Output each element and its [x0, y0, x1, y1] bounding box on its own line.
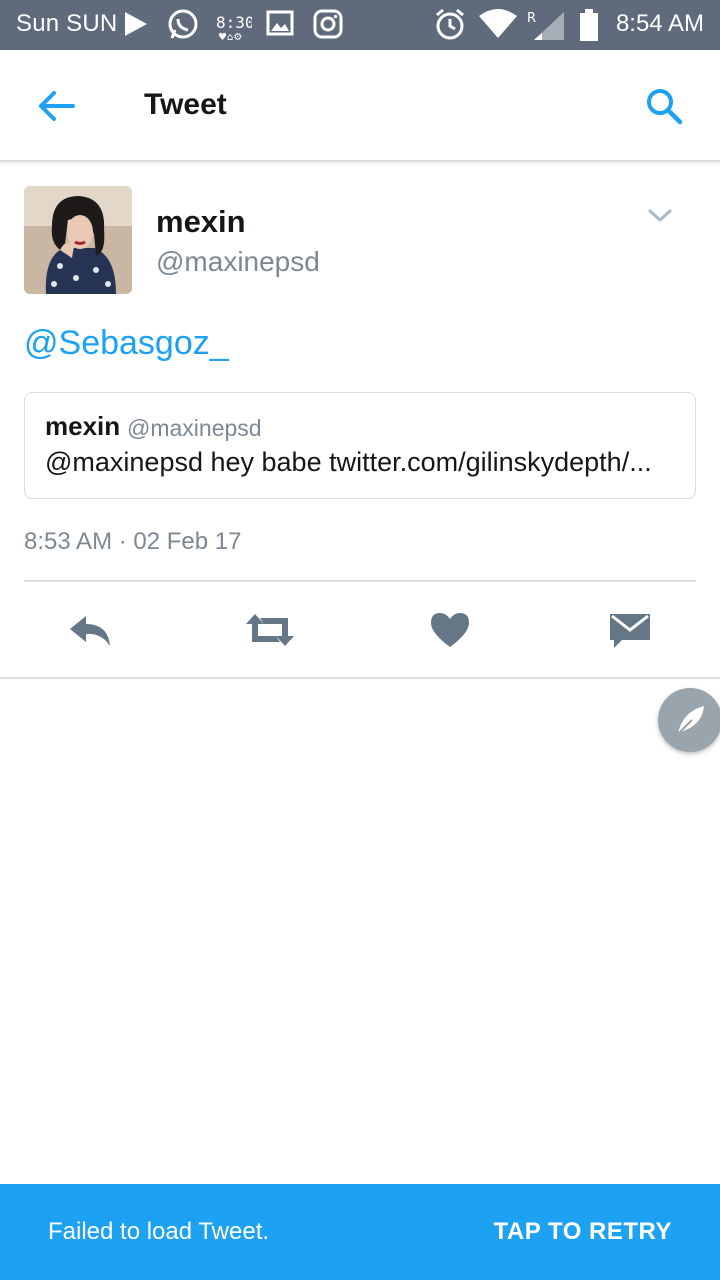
quoted-display-name: mexin — [45, 411, 121, 441]
carrier-label: Sun SUN — [16, 10, 118, 37]
tweet-text-mention[interactable]: @Sebasgoz_ — [24, 324, 229, 363]
search-button[interactable] — [638, 80, 690, 132]
retry-button[interactable]: TAP TO RETRY — [494, 1218, 672, 1246]
snackbar-message: Failed to load Tweet. — [48, 1218, 270, 1245]
play-icon — [122, 8, 150, 44]
avatar-photo — [24, 186, 132, 294]
display-name[interactable]: mexin — [156, 204, 246, 240]
gallery-icon — [266, 8, 294, 42]
svg-text:8:30: 8:30 — [216, 13, 252, 32]
search-icon — [647, 89, 683, 125]
reply-icon — [70, 616, 110, 646]
envelope-icon — [610, 614, 650, 648]
battery-icon — [578, 8, 600, 46]
chevron-down-icon — [648, 209, 672, 222]
avatar[interactable] — [24, 186, 132, 294]
retweet-icon — [246, 614, 294, 646]
divider — [0, 677, 720, 679]
like-button[interactable] — [422, 604, 478, 656]
clock-time: 8:54 AM — [615, 10, 704, 37]
alarm-icon — [434, 8, 466, 46]
tweet-timestamp: 8:53 AM · 02 Feb 17 — [24, 528, 242, 555]
tweet-options-button[interactable] — [640, 200, 680, 232]
wifi-icon — [478, 8, 518, 44]
reply-button[interactable] — [62, 604, 118, 656]
heart-icon — [431, 613, 469, 647]
quoted-user-handle: @maxinepsd — [127, 415, 262, 441]
direct-message-button[interactable] — [602, 604, 658, 656]
instagram-icon — [312, 8, 344, 44]
tweet-actions-bar — [0, 582, 720, 678]
svg-text:♥⌂⚙: ♥⌂⚙ — [218, 32, 242, 42]
page-title: Tweet — [144, 88, 227, 121]
clock-widget-icon: 8:30 ♥⌂⚙ — [214, 8, 255, 46]
error-snackbar: Failed to load Tweet. TAP TO RETRY — [0, 1184, 720, 1280]
user-handle[interactable]: @maxinepsd — [156, 246, 320, 278]
svg-text:R: R — [527, 11, 536, 26]
quoted-tweet-card[interactable]: mexin @maxinepsd @maxinepsd hey babe twi… — [24, 392, 696, 499]
feather-icon — [677, 706, 704, 735]
arrow-left-icon — [39, 91, 75, 121]
signal-roaming-icon: R — [526, 8, 566, 46]
back-button[interactable] — [30, 80, 82, 132]
retweet-button[interactable] — [242, 604, 298, 656]
status-bar: Sun SUN 8:30 ♥⌂⚙ R 8:54 AM — [0, 0, 720, 50]
app-bar: Tweet — [0, 50, 720, 162]
compose-tweet-button[interactable] — [658, 688, 720, 752]
quoted-tweet-text: @maxinepsd hey babe twitter.com/gilinsky… — [45, 447, 652, 477]
whatsapp-icon — [166, 8, 200, 46]
